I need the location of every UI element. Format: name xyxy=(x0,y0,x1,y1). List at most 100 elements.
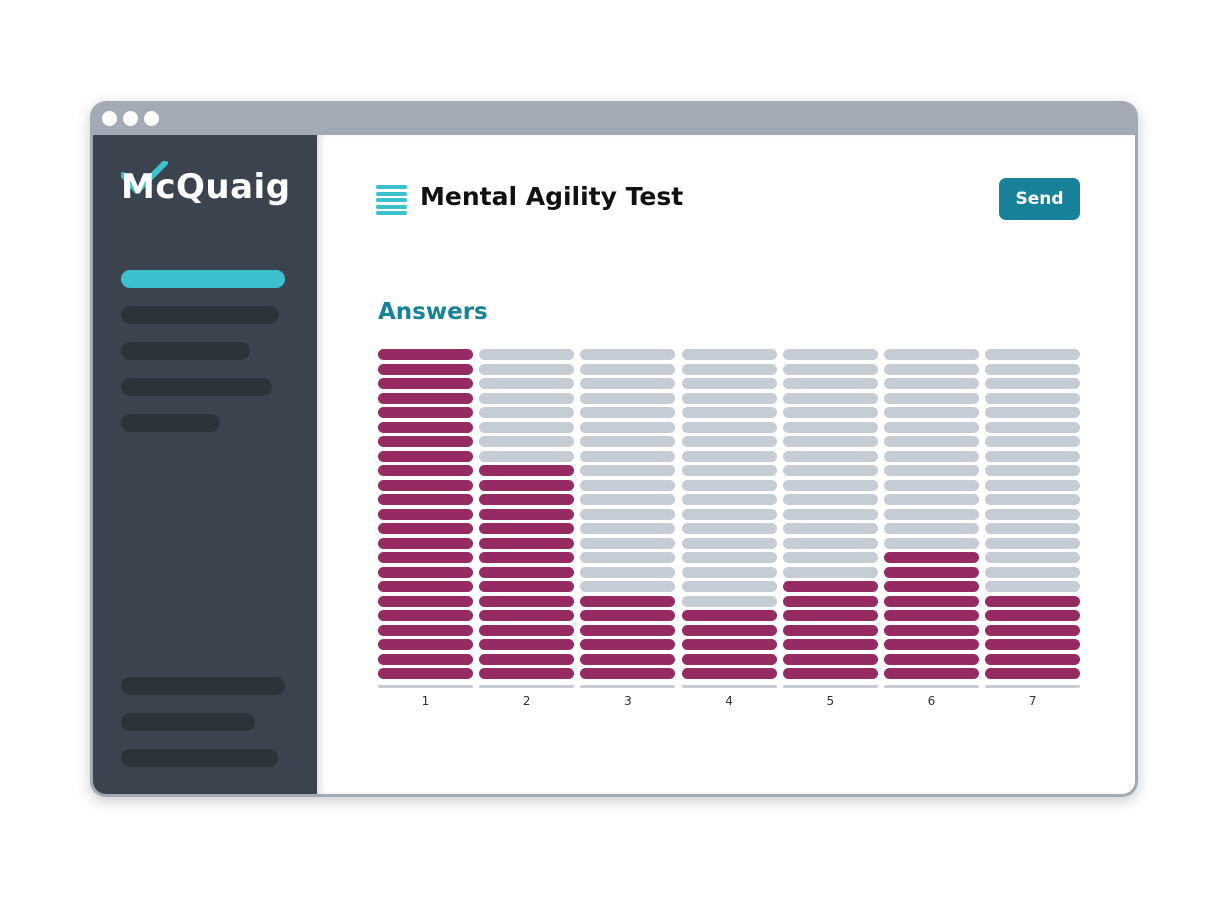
x-tick-label: 5 xyxy=(826,693,835,708)
answer-segment-empty xyxy=(985,552,1081,563)
answer-segment-filled xyxy=(479,552,575,563)
answer-segment-empty xyxy=(985,494,1081,505)
answer-segment-filled xyxy=(681,610,777,621)
answer-segment-empty xyxy=(782,537,878,549)
answer-segment-empty xyxy=(985,523,1081,534)
sidebar-item[interactable] xyxy=(121,414,220,432)
answer-segment-empty xyxy=(580,421,676,433)
answer-segment-filled xyxy=(782,581,878,592)
answer-segment-empty xyxy=(884,508,979,520)
window-dot-icon[interactable] xyxy=(144,111,159,126)
answer-segment-empty xyxy=(884,378,979,389)
x-tick-label: 3 xyxy=(624,693,632,708)
answer-segment-filled xyxy=(681,624,777,636)
document-lines-icon xyxy=(376,185,407,215)
answer-segment-filled xyxy=(884,624,979,636)
answer-segment-filled xyxy=(884,566,979,578)
answer-segment-empty xyxy=(985,479,1081,491)
answer-segment-empty xyxy=(580,537,676,549)
answer-segment-empty xyxy=(681,436,777,447)
window-dot-icon[interactable] xyxy=(123,111,138,126)
answer-segment-empty xyxy=(580,523,676,534)
answer-segment-filled xyxy=(378,668,473,679)
answer-segment-empty xyxy=(681,479,777,491)
answer-segment-filled xyxy=(884,610,979,621)
answer-segment-filled xyxy=(479,595,575,607)
answer-segment-empty xyxy=(884,523,979,534)
answer-segment-filled xyxy=(378,639,473,650)
answer-segment-filled xyxy=(378,610,473,621)
answer-segment-empty xyxy=(884,537,979,549)
sidebar-footer-item[interactable] xyxy=(121,713,255,731)
answer-segment-empty xyxy=(985,581,1081,592)
answer-segment-filled xyxy=(479,610,575,621)
answer-segment-filled xyxy=(479,581,575,592)
answer-segment-filled xyxy=(580,668,676,679)
answer-segment-empty xyxy=(681,537,777,549)
answer-segment-empty xyxy=(782,523,878,534)
answer-segment-empty xyxy=(681,378,777,389)
mcquaig-logo[interactable]: McQuaig xyxy=(121,161,291,221)
send-button[interactable]: Send xyxy=(999,178,1080,220)
answer-segment-empty xyxy=(681,407,777,418)
answer-segment-empty xyxy=(479,392,575,404)
sidebar-item-active[interactable] xyxy=(121,270,285,288)
sidebar-item[interactable] xyxy=(121,342,250,360)
answer-segment-filled xyxy=(479,639,575,650)
answer-segment-filled xyxy=(580,639,676,650)
answer-segment-filled xyxy=(985,610,1081,621)
answer-segment-filled xyxy=(479,465,575,476)
sidebar: McQuaig xyxy=(93,135,317,794)
answer-segment-filled xyxy=(378,436,473,447)
answer-segment-empty xyxy=(580,407,676,418)
answer-column-baseline xyxy=(884,684,979,688)
answer-segment-empty xyxy=(884,407,979,418)
answers-chart: 1 2 3 4 5 6 7 xyxy=(378,349,1081,715)
answer-segment-filled xyxy=(884,653,979,665)
answer-segment-filled xyxy=(378,378,473,389)
answer-column-baseline xyxy=(378,684,473,688)
answer-segment-filled xyxy=(479,566,575,578)
answer-segment-filled xyxy=(378,363,473,375)
answer-segment-empty xyxy=(884,494,979,505)
answer-segment-empty xyxy=(884,465,979,476)
answer-column-baseline xyxy=(580,684,676,688)
answer-segment-empty xyxy=(681,508,777,520)
answer-segment-filled xyxy=(681,639,777,650)
answers-heading: Answers xyxy=(378,299,488,325)
answer-segment-filled xyxy=(580,595,676,607)
answer-segment-empty xyxy=(479,407,575,418)
answer-segment-empty xyxy=(884,363,979,375)
answer-segment-filled xyxy=(378,653,473,665)
answer-segment-empty xyxy=(985,421,1081,433)
answer-segment-empty xyxy=(681,349,777,360)
window-dot-icon[interactable] xyxy=(102,111,117,126)
answer-segment-empty xyxy=(782,392,878,404)
answer-segment-empty xyxy=(681,450,777,462)
answer-segment-empty xyxy=(985,436,1081,447)
answer-column-baseline xyxy=(479,684,575,688)
sidebar-item[interactable] xyxy=(121,378,272,396)
answer-segment-empty xyxy=(985,450,1081,462)
answer-segment-filled xyxy=(884,639,979,650)
answer-segment-empty xyxy=(681,552,777,563)
sidebar-footer-item[interactable] xyxy=(121,677,285,695)
answer-segment-filled xyxy=(479,624,575,636)
answer-segment-filled xyxy=(782,624,878,636)
answer-segment-empty xyxy=(580,566,676,578)
answer-segment-empty xyxy=(782,436,878,447)
x-tick-label: 4 xyxy=(725,693,733,708)
main-panel: Mental Agility Test Send Answers 1 2 3 4 5 6 7 xyxy=(317,135,1135,794)
answer-segment-filled xyxy=(378,595,473,607)
x-tick-label: 6 xyxy=(927,693,936,708)
answer-segment-empty xyxy=(782,421,878,433)
answer-segment-empty xyxy=(782,494,878,505)
answer-segment-filled xyxy=(378,349,473,360)
answer-segment-empty xyxy=(681,494,777,505)
answer-segment-filled xyxy=(580,624,676,636)
sidebar-footer-item[interactable] xyxy=(121,749,278,767)
answer-segment-empty xyxy=(884,392,979,404)
answer-segment-filled xyxy=(782,653,878,665)
sidebar-item[interactable] xyxy=(121,306,279,324)
browser-window: McQuaig Mental Agility Test Send Answers… xyxy=(90,101,1138,797)
